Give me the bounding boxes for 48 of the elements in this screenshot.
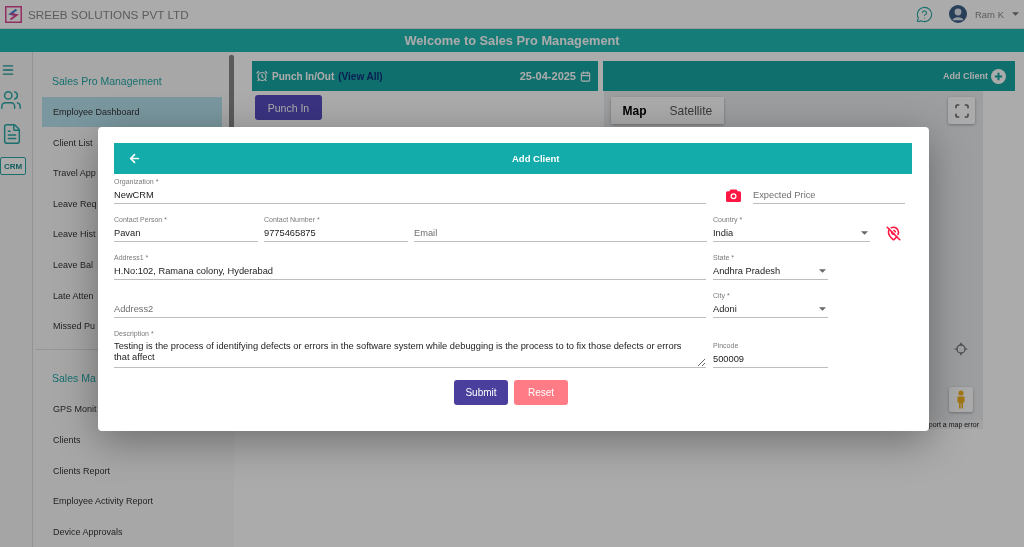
select-field[interactable]: Andhra Pradesh — [713, 262, 828, 280]
input-field[interactable]: 9775465875 — [264, 224, 408, 242]
date-text: 25-04-2025 — [519, 70, 576, 82]
calendar-icon[interactable] — [580, 70, 591, 82]
plus-circle-icon — [991, 68, 1006, 84]
caret-icon — [819, 307, 826, 311]
punch-in-button[interactable]: Punch In — [255, 95, 322, 120]
alarm-clock-icon — [256, 70, 268, 82]
caret-icon — [819, 269, 826, 273]
input-field[interactable]: 500009 — [713, 350, 828, 368]
caret-icon — [1012, 12, 1019, 16]
submit-button[interactable]: Submit — [454, 380, 508, 405]
input-field[interactable]: Pavan — [114, 224, 258, 242]
input-field[interactable]: H.No:102, Ramana colony, Hyderabad — [114, 262, 706, 280]
document-icon[interactable] — [1, 123, 23, 145]
menu-icon[interactable] — [1, 63, 15, 77]
sidebar-item[interactable]: Employee Activity Report — [42, 485, 222, 517]
people-icon[interactable] — [0, 89, 22, 111]
location-off-icon[interactable] — [886, 225, 901, 241]
fullscreen-button[interactable] — [948, 97, 975, 124]
camera-icon[interactable] — [726, 188, 741, 202]
caret-icon — [861, 231, 868, 235]
back-arrow-icon[interactable] — [128, 152, 141, 165]
sidebar-item[interactable]: Employee Dashboard — [42, 96, 222, 128]
logo-icon — [5, 5, 22, 23]
company-name: SREEB SOLUTIONS PVT LTD — [28, 7, 189, 21]
section-heading: Sales Ma — [52, 372, 96, 385]
fullscreen-icon — [953, 102, 970, 119]
page-title: Welcome to Sales Pro Management — [404, 33, 620, 48]
input-field[interactable]: Email — [414, 224, 707, 242]
sidebar-item[interactable]: Device Approvals — [42, 516, 222, 547]
select-field[interactable]: Adoni — [713, 300, 828, 318]
person-button[interactable] — [949, 387, 973, 412]
crosshair-icon[interactable] — [954, 342, 968, 356]
textarea-field[interactable]: Testing is the process of identifying defects or errors in the software system while debugging is the process to to fix those defects or errors that affect — [114, 338, 706, 368]
panel-title: Punch In/Out — [272, 70, 335, 82]
person-icon — [956, 390, 966, 409]
input-field[interactable]: NewCRM — [114, 186, 706, 204]
input-field[interactable]: Expected Price — [753, 186, 905, 204]
input-field[interactable]: Address2 — [114, 300, 706, 318]
sidebar-item[interactable]: Clients Report — [42, 455, 222, 486]
map-type-tab[interactable]: Map — [611, 97, 658, 124]
dialog-title: Add Client — [512, 153, 560, 164]
avatar-icon[interactable] — [948, 5, 967, 23]
select-field[interactable]: India — [713, 224, 870, 242]
map-type-tab[interactable]: Satellite — [658, 97, 724, 124]
section-heading: Sales Pro Management — [52, 74, 162, 87]
help-icon[interactable] — [915, 5, 933, 23]
